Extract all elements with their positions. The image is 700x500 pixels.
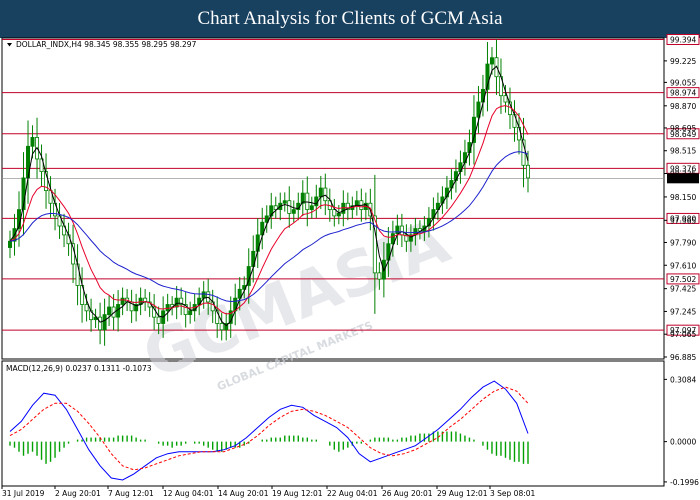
- candle-body: [399, 225, 404, 236]
- time-label-5: 19 Aug 12:01: [272, 489, 323, 498]
- macd-tick-label-1: 0.0000: [670, 438, 696, 447]
- candle-body: [503, 95, 508, 103]
- candle-body: [332, 209, 337, 217]
- price-tick-label-8: 97.790: [670, 238, 696, 247]
- candle-body: [336, 212, 341, 217]
- price-tick-label-5: 98.335: [670, 170, 696, 179]
- symbol-header: DOLLAR_INDX,H4 98.345 98.355 98.295 98.2…: [16, 40, 197, 49]
- chart-svg[interactable]: GCMASIAGLOBAL CAPITAL MARKETS 99.39498.9…: [0, 0, 700, 500]
- price-tick-label-1: 99.055: [670, 78, 696, 87]
- price-tick-label-11: 97.245: [670, 307, 696, 316]
- candle-body: [84, 304, 89, 312]
- candle-body: [188, 310, 193, 316]
- time-label-9: 3 Sep 08:01: [490, 489, 536, 498]
- candle-body: [156, 316, 161, 324]
- time-label-4: 14 Aug 20:01: [218, 489, 269, 498]
- candle-body: [102, 314, 107, 331]
- candle-body: [120, 297, 125, 305]
- price-tick-label-6: 98.150: [670, 193, 696, 202]
- time-label-8: 29 Aug 12:01: [437, 489, 488, 498]
- level-label-5: 97.502: [670, 275, 696, 284]
- macd-tick-label-0: 0.3084: [670, 375, 696, 384]
- price-axis: 99.225 99.055 98.870 98.695 98.515 98.335 98.1…: [664, 57, 696, 362]
- candle-body: [309, 205, 314, 210]
- candle-body: [377, 272, 382, 280]
- candle-body: [219, 323, 224, 331]
- candle-body: [201, 291, 206, 299]
- candle-body: [318, 187, 323, 198]
- macd-indicator: 0.3084 0.0000 -0.1996: [9, 375, 699, 487]
- price-tick-label-3: 98.695: [670, 124, 696, 133]
- time-label-0: 31 Jul 2019: [2, 489, 45, 498]
- symbol-dropdown-icon[interactable]: [7, 43, 12, 47]
- level-label-0: 99.394: [670, 35, 696, 44]
- time-label-1: 2 Aug 20:01: [55, 489, 101, 498]
- candle-body: [516, 126, 521, 141]
- price-tick-label-9: 97.610: [670, 261, 696, 270]
- level-label-1: 98.974: [670, 89, 696, 98]
- price-tick-label-0: 99.225: [670, 57, 696, 66]
- time-label-7: 26 Aug 20:01: [382, 489, 433, 498]
- candle-body: [526, 164, 531, 179]
- candle-body: [282, 200, 287, 204]
- candle-body: [7, 240, 12, 248]
- candle-body: [107, 306, 112, 316]
- candle-body: [395, 225, 400, 235]
- candle-body: [291, 209, 296, 214]
- price-tick-label-2: 98.870: [670, 102, 696, 111]
- price-tick-label-12: 97.065: [670, 330, 696, 339]
- price-tick-label-4: 98.515: [670, 147, 696, 156]
- macd-signal-line: [9, 386, 529, 471]
- price-tick-label-7: 97.965: [670, 216, 696, 225]
- candle-body: [98, 316, 103, 331]
- time-label-2: 7 Aug 12:01: [108, 489, 154, 498]
- time-label-6: 22 Aug 04:01: [327, 489, 378, 498]
- macd-header: MACD(12,26,9) 0.0237 0.1311 -0.1073: [6, 364, 152, 373]
- candle-body: [489, 57, 494, 65]
- macd-tick-label-2: -0.1996: [670, 478, 699, 487]
- candle-body: [30, 137, 35, 147]
- candle-body: [323, 187, 328, 202]
- price-tick-label-13: 96.885: [670, 353, 696, 362]
- candle-body: [165, 304, 170, 312]
- candle-body: [287, 200, 292, 214]
- time-label-3: 12 Aug 04:01: [163, 489, 214, 498]
- time-axis: 31 Jul 2019 2 Aug 20:01 7 Aug 12:01 12 Aug …: [1, 486, 536, 498]
- candle-body: [305, 192, 310, 210]
- candle-body: [255, 234, 260, 252]
- macd-line: [9, 380, 529, 481]
- price-tick-label-10: 97.425: [670, 285, 696, 294]
